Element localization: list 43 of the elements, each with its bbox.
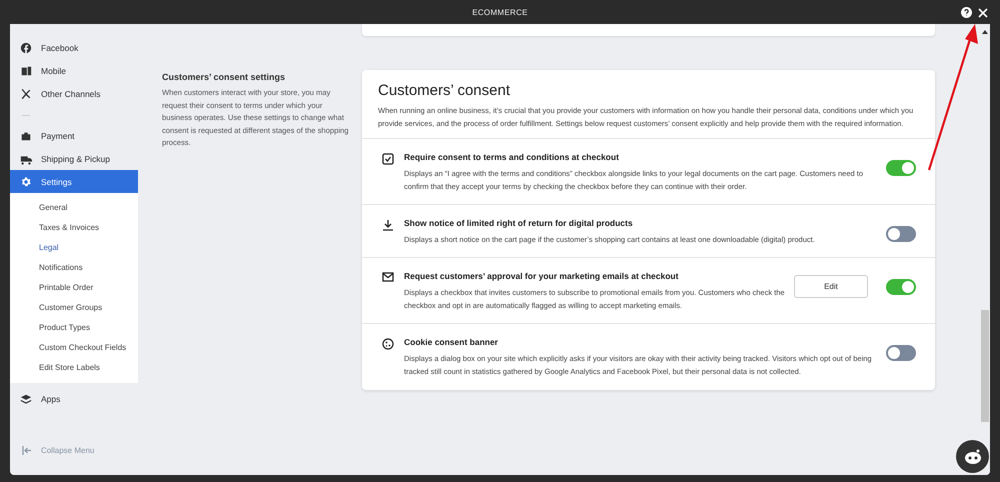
- sidebar-item[interactable]: Shipping & Pickup: [10, 147, 138, 170]
- sidebar-item[interactable]: Facebook: [10, 36, 138, 59]
- scroll-up-icon[interactable]: [982, 30, 988, 34]
- collapse-arrow-icon: [22, 446, 32, 455]
- envelope-icon: [382, 272, 394, 282]
- sidebar-item[interactable]: Payment: [10, 124, 138, 147]
- sidebar-item[interactable]: Mobile: [10, 59, 138, 82]
- scrollbar-thumb[interactable]: [981, 310, 989, 422]
- setting-title: Cookie consent banner: [404, 337, 499, 347]
- setting-title: Request customers’ approval for your marketing emails at checkout: [404, 271, 680, 281]
- submenu-item[interactable]: Notifications: [10, 258, 138, 278]
- layers-icon: [20, 392, 32, 404]
- edit-button[interactable]: Edit: [794, 275, 868, 298]
- toggle-switch[interactable]: [886, 160, 916, 176]
- devices-icon: [20, 64, 32, 76]
- window-title: ECOMMERCE: [472, 8, 528, 16]
- card-title: Customers’ consent: [378, 82, 511, 99]
- submenu-item[interactable]: Customer Groups: [10, 298, 138, 318]
- submenu-item[interactable]: Printable Order: [10, 278, 138, 298]
- setting-title: Require consent to terms and conditions at checkout: [404, 152, 620, 162]
- submenu-item[interactable]: Taxes & Invoices: [10, 218, 138, 238]
- section-heading: Customers’ consent settings: [162, 72, 286, 82]
- robot-icon: [962, 448, 982, 464]
- submenu-item[interactable]: Legal: [10, 238, 138, 258]
- sidebar-item[interactable]: Apps: [10, 387, 138, 410]
- toggle-switch[interactable]: [886, 279, 916, 295]
- toggle-switch[interactable]: [886, 345, 916, 361]
- submenu-item[interactable]: Custom Checkout Fields: [10, 338, 138, 358]
- cookie-icon: [382, 338, 394, 350]
- checkbox-icon: [382, 153, 394, 165]
- wallet-icon: [20, 130, 32, 142]
- facebook-icon: [20, 42, 32, 54]
- toggle-switch[interactable]: [886, 226, 916, 242]
- help-icon[interactable]: [961, 7, 972, 18]
- settings-icon: [20, 176, 32, 188]
- submenu-item[interactable]: General: [10, 198, 138, 218]
- download-icon: [382, 219, 394, 231]
- submenu-item[interactable]: Product Types: [10, 318, 138, 338]
- close-icon[interactable]: [978, 8, 988, 18]
- sidebar-item[interactable]: Settings: [10, 170, 138, 193]
- submenu-item[interactable]: Edit Store Labels: [10, 358, 138, 378]
- setting-title: Show notice of limited right of return for digital products: [404, 218, 634, 228]
- sidebar-item[interactable]: Other Channels: [10, 82, 138, 105]
